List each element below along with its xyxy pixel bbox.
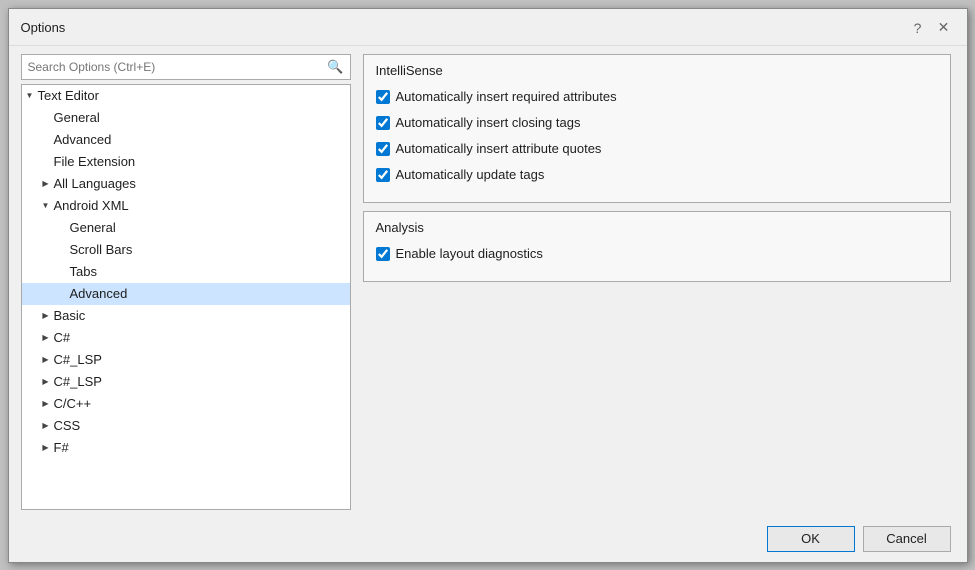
- intellisense-title: IntelliSense: [376, 63, 938, 78]
- dialog-body: 🔍 Text Editor General Advanced File Extensi…: [9, 46, 967, 518]
- tree-item-basic[interactable]: Basic: [22, 305, 350, 327]
- tree-label-general-ax: General: [70, 220, 116, 235]
- expander-file-extension[interactable]: [38, 154, 54, 170]
- tree-item-cpp[interactable]: C/C++: [22, 393, 350, 415]
- expander-tabs[interactable]: [54, 264, 70, 280]
- expander-advanced[interactable]: [54, 286, 70, 302]
- tree-item-file-extension[interactable]: File Extension: [22, 151, 350, 173]
- expander-general[interactable]: [38, 110, 54, 126]
- expander-csharp[interactable]: [38, 330, 54, 346]
- ok-button[interactable]: OK: [767, 526, 855, 552]
- tree-label-android-xml: Android XML: [54, 198, 129, 213]
- search-icon: 🔍: [327, 59, 343, 75]
- tree-item-all-languages[interactable]: All Languages: [22, 173, 350, 195]
- label-auto-insert-required: Automatically insert required attributes: [396, 89, 617, 104]
- tree-label-csharp-lsp2: C#_LSP: [54, 374, 102, 389]
- tree-label-css: CSS: [54, 418, 81, 433]
- intellisense-options: Automatically insert required attributes…: [376, 86, 938, 186]
- expander-csharp-lsp2[interactable]: [38, 374, 54, 390]
- tree-item-csharp[interactable]: C#: [22, 327, 350, 349]
- checkbox-row-auto-insert-quotes: Automatically insert attribute quotes: [376, 138, 938, 160]
- tree-item-text-editor[interactable]: Text Editor: [22, 85, 350, 107]
- title-bar: Options ? ✕: [9, 9, 967, 46]
- checkbox-row-enable-layout-diagnostics: Enable layout diagnostics: [376, 243, 938, 265]
- expander-all-languages[interactable]: [38, 176, 54, 192]
- expander-css[interactable]: [38, 418, 54, 434]
- tree-label-advanced: Advanced: [70, 286, 128, 301]
- options-dialog: Options ? ✕ 🔍 Text Editor General Advanced…: [8, 8, 968, 563]
- cancel-button[interactable]: Cancel: [863, 526, 951, 552]
- expander-android-xml[interactable]: [38, 198, 54, 214]
- tree-label-csharp: C#: [54, 330, 71, 345]
- checkbox-row-auto-insert-closing: Automatically insert closing tags: [376, 112, 938, 134]
- tree-label-csharp-lsp1: C#_LSP: [54, 352, 102, 367]
- tree-item-general-ax[interactable]: General: [22, 217, 350, 239]
- label-enable-layout-diagnostics: Enable layout diagnostics: [396, 246, 543, 261]
- tree-item-tabs[interactable]: Tabs: [22, 261, 350, 283]
- analysis-options: Enable layout diagnostics: [376, 243, 938, 265]
- help-button[interactable]: ?: [907, 17, 929, 39]
- tree-label-basic: Basic: [54, 308, 86, 323]
- tree-label-all-languages: All Languages: [54, 176, 136, 191]
- intellisense-section: IntelliSense Automatically insert requir…: [363, 54, 951, 203]
- title-bar-left: Options: [21, 20, 66, 35]
- left-panel: 🔍 Text Editor General Advanced File Extensi…: [21, 54, 351, 510]
- analysis-section: Analysis Enable layout diagnostics: [363, 211, 951, 282]
- tree-label-cpp: C/C++: [54, 396, 92, 411]
- analysis-title: Analysis: [376, 220, 938, 235]
- expander-text-editor[interactable]: [22, 88, 38, 104]
- checkbox-auto-insert-required[interactable]: [376, 90, 390, 104]
- tree-item-android-xml[interactable]: Android XML: [22, 195, 350, 217]
- tree-label-general: General: [54, 110, 100, 125]
- tree-item-csharp-lsp1[interactable]: C#_LSP: [22, 349, 350, 371]
- tree-label-fsharp: F#: [54, 440, 69, 455]
- tree-item-advanced-te[interactable]: Advanced: [22, 129, 350, 151]
- checkbox-auto-insert-closing[interactable]: [376, 116, 390, 130]
- expander-general-ax[interactable]: [54, 220, 70, 236]
- label-auto-insert-closing: Automatically insert closing tags: [396, 115, 581, 130]
- tree-item-css[interactable]: CSS: [22, 415, 350, 437]
- expander-csharp-lsp1[interactable]: [38, 352, 54, 368]
- tree-label-advanced-te: Advanced: [54, 132, 112, 147]
- expander-basic[interactable]: [38, 308, 54, 324]
- tree-item-advanced[interactable]: Advanced: [22, 283, 350, 305]
- dialog-footer: OK Cancel: [9, 518, 967, 562]
- tree-label-tabs: Tabs: [70, 264, 97, 279]
- tree-item-csharp-lsp2[interactable]: C#_LSP: [22, 371, 350, 393]
- tree-label-text-editor: Text Editor: [38, 88, 99, 103]
- tree-label-file-extension: File Extension: [54, 154, 136, 169]
- checkbox-row-auto-insert-required: Automatically insert required attributes: [376, 86, 938, 108]
- checkbox-auto-insert-quotes[interactable]: [376, 142, 390, 156]
- search-input[interactable]: [28, 60, 328, 74]
- expander-advanced-te[interactable]: [38, 132, 54, 148]
- checkbox-row-auto-update-tags: Automatically update tags: [376, 164, 938, 186]
- right-panel: IntelliSense Automatically insert requir…: [359, 54, 955, 510]
- tree-label-scroll-bars: Scroll Bars: [70, 242, 133, 257]
- checkbox-enable-layout-diagnostics[interactable]: [376, 247, 390, 261]
- checkbox-auto-update-tags[interactable]: [376, 168, 390, 182]
- tree-container[interactable]: Text Editor General Advanced File Extension…: [21, 84, 351, 510]
- title-actions: ? ✕: [907, 17, 955, 39]
- label-auto-insert-quotes: Automatically insert attribute quotes: [396, 141, 602, 156]
- tree-item-fsharp[interactable]: F#: [22, 437, 350, 459]
- tree-item-general[interactable]: General: [22, 107, 350, 129]
- dialog-title: Options: [21, 20, 66, 35]
- label-auto-update-tags: Automatically update tags: [396, 167, 545, 182]
- tree-item-scroll-bars[interactable]: Scroll Bars: [22, 239, 350, 261]
- expander-scroll-bars[interactable]: [54, 242, 70, 258]
- search-box[interactable]: 🔍: [21, 54, 351, 80]
- close-button[interactable]: ✕: [933, 17, 955, 39]
- expander-fsharp[interactable]: [38, 440, 54, 456]
- expander-cpp[interactable]: [38, 396, 54, 412]
